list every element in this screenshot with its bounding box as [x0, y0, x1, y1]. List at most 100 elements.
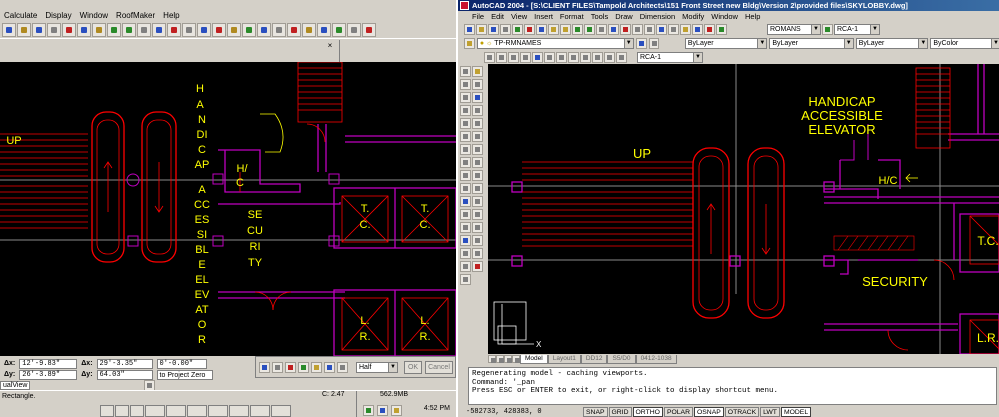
design-center-icon[interactable]	[692, 23, 703, 35]
lwt-toggle[interactable]: LWT	[760, 406, 780, 417]
arc-icon[interactable]	[460, 131, 471, 142]
copy-icon[interactable]	[77, 22, 91, 37]
cancel-button[interactable]: Cancel	[425, 361, 453, 374]
next-tab-icon[interactable]	[504, 355, 512, 363]
menu-view[interactable]: View	[511, 12, 527, 21]
zoom-previous-icon[interactable]	[668, 23, 679, 35]
grid-icon[interactable]	[272, 22, 286, 37]
zoom-window-icon[interactable]	[656, 23, 667, 35]
lineweight-select[interactable]: ByLayer ▼	[855, 37, 929, 49]
view-selector[interactable]: ualView	[0, 381, 31, 390]
left-drawing-canvas[interactable]: UP H A N DI C AP A CC ES SI BL E EL EV A…	[0, 62, 456, 356]
ay-field[interactable]: 64.03"	[96, 369, 153, 380]
settings-icon[interactable]	[347, 22, 361, 37]
open-folder-icon[interactable]	[476, 23, 487, 35]
mirror-icon[interactable]	[324, 362, 335, 373]
revcloud-icon[interactable]	[460, 157, 471, 168]
zoom-extents-icon[interactable]	[167, 22, 181, 37]
region-icon[interactable]	[544, 51, 555, 63]
menu-help[interactable]: Help	[745, 12, 760, 21]
insert-icon[interactable]	[616, 51, 627, 63]
menu-edit[interactable]: Edit	[491, 12, 504, 21]
measure-icon[interactable]	[302, 22, 316, 37]
undo-icon[interactable]	[107, 22, 121, 37]
zoom-icon[interactable]	[137, 22, 151, 37]
render-icon[interactable]	[317, 22, 331, 37]
pencil-icon[interactable]	[472, 66, 483, 77]
copy-object-icon[interactable]	[472, 92, 483, 103]
network-icon[interactable]	[363, 405, 374, 416]
preview-icon[interactable]	[512, 23, 523, 35]
model-space-canvas[interactable]: X UP HANDICAP ACCESSIBLE ELEVATOR H/C SE…	[488, 64, 999, 354]
construction-line-icon[interactable]	[460, 79, 471, 90]
command-window[interactable]: Regenerating model - caching viewports. …	[468, 367, 997, 405]
ok-button[interactable]: OK	[404, 361, 422, 374]
text-tool-icon[interactable]	[257, 22, 271, 37]
polyline-icon[interactable]	[484, 51, 495, 63]
otrack-toggle[interactable]: OTRACK	[724, 406, 760, 417]
menu-format[interactable]: Format	[560, 12, 584, 21]
ellipse-icon[interactable]	[460, 183, 471, 194]
block-icon[interactable]	[604, 51, 615, 63]
stretch-icon[interactable]	[472, 183, 483, 194]
scale-icon[interactable]	[472, 170, 483, 181]
help-icon[interactable]	[716, 23, 727, 35]
task-button[interactable]	[115, 404, 129, 417]
circle-icon[interactable]	[460, 144, 471, 155]
menu-insert[interactable]: Insert	[534, 12, 553, 21]
array-icon[interactable]	[472, 131, 483, 142]
menu-tools[interactable]: Tools	[591, 12, 609, 21]
stretch-icon[interactable]	[285, 362, 296, 373]
dimension-icon[interactable]	[242, 22, 256, 37]
menu-draw[interactable]: Draw	[615, 12, 633, 21]
help-icon[interactable]	[362, 22, 376, 37]
target-icon[interactable]	[592, 51, 603, 63]
region-icon[interactable]	[460, 248, 471, 259]
arc-icon[interactable]	[508, 51, 519, 63]
rotate-icon[interactable]	[472, 157, 483, 168]
hyperlink-icon[interactable]	[596, 23, 607, 35]
tab-model[interactable]: Model	[520, 354, 548, 364]
menu-window[interactable]: Window	[80, 11, 108, 20]
revcloud-icon[interactable]	[568, 51, 579, 63]
chamfer-icon[interactable]	[472, 235, 483, 246]
explode-icon[interactable]	[472, 261, 483, 272]
model-toggle[interactable]: MODEL	[780, 406, 812, 417]
mirror-icon[interactable]	[472, 105, 483, 116]
save-icon[interactable]	[488, 23, 499, 35]
fillet-icon[interactable]	[472, 248, 483, 259]
wall-tool-icon[interactable]	[212, 22, 226, 37]
undo-icon[interactable]	[572, 23, 583, 35]
task-button[interactable]	[250, 404, 270, 417]
calc-icon[interactable]	[332, 22, 346, 37]
print-icon[interactable]	[47, 22, 61, 37]
print-icon[interactable]	[500, 23, 511, 35]
polar-toggle[interactable]: POLAR	[663, 406, 693, 417]
menu-roofmaker[interactable]: RoofMaker	[116, 11, 155, 20]
spline-icon[interactable]	[460, 170, 471, 181]
grid-toggle[interactable]: GRID	[608, 406, 632, 417]
array-icon[interactable]	[337, 362, 348, 373]
snap-from-icon[interactable]	[608, 23, 619, 35]
color-select[interactable]: ByLayer ▼	[684, 37, 768, 49]
layer-select[interactable]: ● ☼ TP-RMNAMES ▼	[476, 37, 634, 49]
task-button[interactable]	[229, 404, 249, 417]
mode-select[interactable]: Half ▼	[356, 362, 398, 373]
open-folder-icon[interactable]	[17, 22, 31, 37]
point-icon[interactable]	[460, 222, 471, 233]
rotate-icon[interactable]	[311, 362, 322, 373]
tool-palette-icon[interactable]	[704, 23, 715, 35]
insert-block-icon[interactable]	[460, 196, 471, 207]
dim-style-select[interactable]: RCA-1 ▼	[834, 23, 880, 35]
to-project-zero-button[interactable]: to Project Zero	[156, 369, 213, 380]
rectangle-icon[interactable]	[460, 118, 471, 129]
redo-icon[interactable]	[584, 23, 595, 35]
volume-icon[interactable]	[377, 405, 388, 416]
linetype-select[interactable]: ByLayer ▼	[769, 37, 854, 49]
trim-icon[interactable]	[472, 196, 483, 207]
donut-icon[interactable]	[520, 51, 531, 63]
pan-icon[interactable]	[632, 23, 643, 35]
move-icon[interactable]	[272, 362, 283, 373]
snap-icon[interactable]	[287, 22, 301, 37]
save-icon[interactable]	[32, 22, 46, 37]
